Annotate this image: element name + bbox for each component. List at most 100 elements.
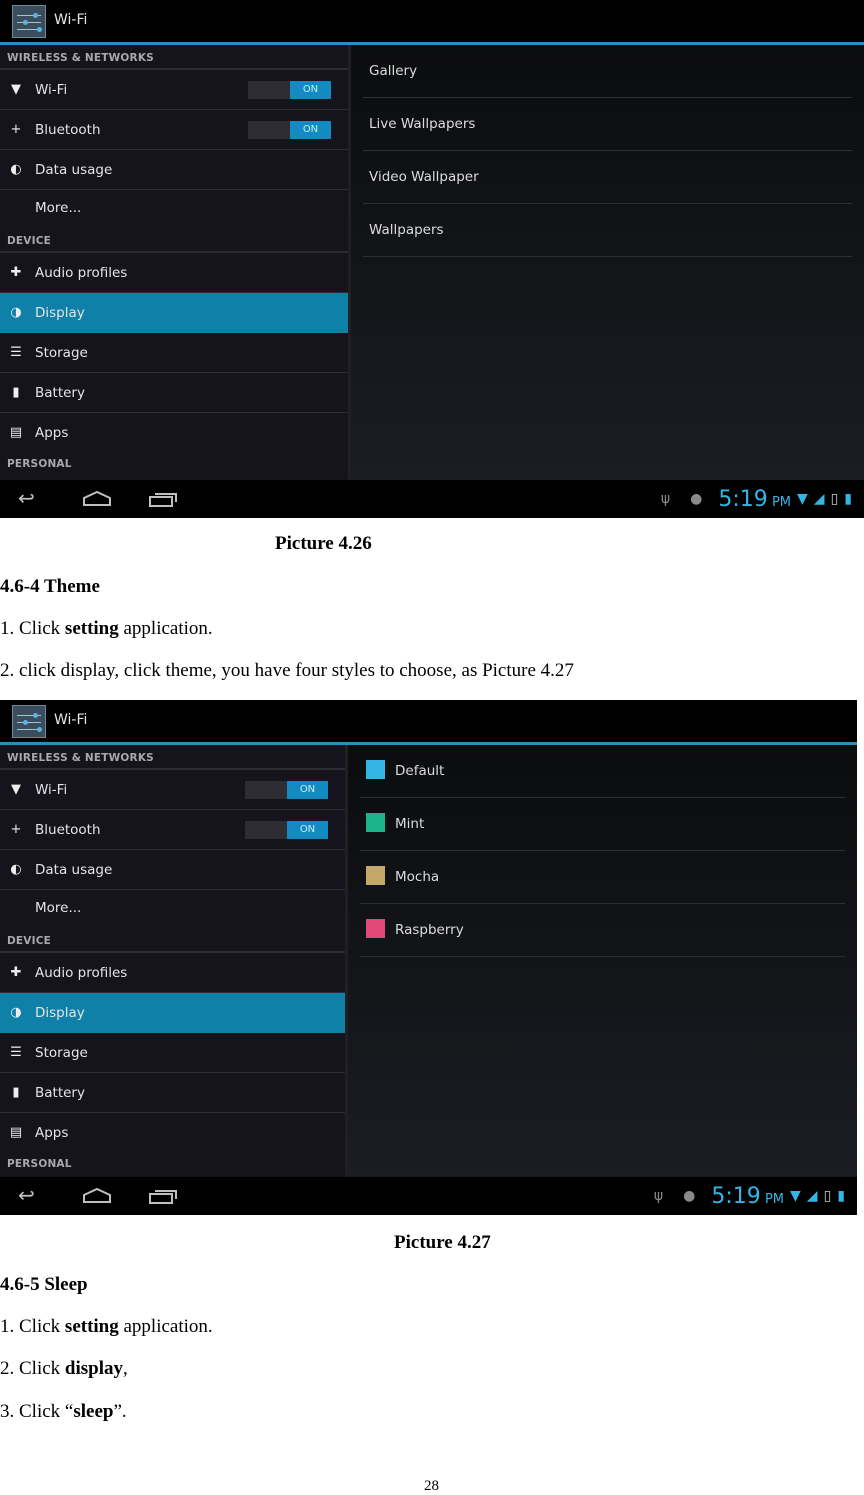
sidebar-item-apps[interactable]: ▤ Apps	[0, 413, 348, 453]
cell-signal-icon: ◢	[813, 491, 825, 507]
caption-picture-4-26: Picture 4.26	[275, 533, 372, 554]
action-bar: Wi-Fi	[0, 0, 864, 45]
sidebar-item-data-usage[interactable]: ◐ Data usage	[0, 850, 345, 890]
audio-profiles-icon: ✚	[10, 965, 22, 980]
wifi-toggle[interactable]: ON	[248, 81, 331, 99]
battery-icon: ▮	[12, 1085, 20, 1100]
sidebar-item-wifi[interactable]: ▼ Wi-Fi ON	[0, 770, 345, 810]
theme-option-mocha[interactable]: Mocha	[360, 851, 845, 904]
sidebar-item-storage[interactable]: ☰ Storage	[0, 1033, 345, 1073]
display-icon: ◑	[10, 1005, 22, 1020]
wifi-icon: ▼	[11, 782, 21, 797]
section-header-personal: PERSONAL	[7, 1158, 72, 1170]
color-swatch	[366, 760, 385, 779]
usb-icon: ψ	[660, 491, 671, 507]
sidebar-item-battery[interactable]: ▮ Battery	[0, 373, 348, 413]
bluetooth-status-icon: ▯	[823, 1188, 832, 1204]
action-bar-title: Wi-Fi	[54, 712, 88, 728]
action-bar: Wi-Fi	[0, 700, 857, 745]
sidebar-item-bluetooth[interactable]: + Bluetooth ON	[0, 810, 345, 850]
page-number: 28	[424, 1478, 439, 1494]
sidebar-item-display[interactable]: ◑ Display	[0, 993, 345, 1033]
sidebar-item-audio-profiles[interactable]: ✚ Audio profiles	[0, 953, 345, 993]
action-bar-title: Wi-Fi	[54, 12, 88, 28]
screenshot-picture-4-27: Wi-Fi WIRELESS & NETWORKS ▼ Wi-Fi ON + Blue…	[0, 700, 857, 1215]
clock: 5:19 PM	[711, 1183, 784, 1209]
heading-sleep: 4.6-5 Sleep	[0, 1274, 88, 1295]
wifi-toggle[interactable]: ON	[245, 781, 328, 799]
sidebar-item-more[interactable]: More...	[0, 890, 345, 928]
sleep-step-3: 3. Click “sleep”.	[0, 1401, 127, 1422]
sidebar-item-apps[interactable]: ▤ Apps	[0, 1113, 345, 1153]
apps-icon: ▤	[9, 1125, 23, 1140]
android-debug-icon: ●	[683, 1188, 696, 1204]
heading-theme: 4.6-4 Theme	[0, 576, 100, 597]
settings-app-icon[interactable]	[12, 705, 46, 738]
sidebar-item-more[interactable]: More...	[0, 190, 348, 228]
color-swatch	[366, 919, 385, 938]
usb-icon: ψ	[653, 1188, 664, 1204]
bluetooth-toggle[interactable]: ON	[248, 121, 331, 139]
status-area[interactable]: ψ ● 5:19 PM ▼ ◢ ▯ ▮	[661, 486, 852, 512]
theme-step-2: 2. click display, click theme, you have …	[0, 660, 574, 681]
wifi-signal-icon: ▼	[790, 1188, 801, 1204]
battery-icon: ▮	[12, 385, 20, 400]
list-item-live-wallpapers[interactable]: Live Wallpapers	[363, 98, 852, 151]
system-nav-bar: ↩ ψ ● 5:19 PM ▼ ◢ ▯ ▮	[0, 1177, 857, 1215]
back-icon[interactable]: ↩	[18, 1183, 35, 1207]
section-header-device: DEVICE	[0, 928, 345, 953]
wallpaper-source-list: Gallery Live Wallpapers Video Wallpaper …	[351, 45, 864, 480]
wifi-icon: ▼	[11, 82, 21, 97]
audio-profiles-icon: ✚	[10, 265, 22, 280]
recent-apps-icon[interactable]	[148, 1188, 178, 1208]
theme-list: Default Mint Mocha Raspberry	[348, 745, 857, 1177]
cell-signal-icon: ◢	[806, 1188, 818, 1204]
home-icon[interactable]	[82, 490, 112, 510]
battery-charging-icon: ▮	[837, 1188, 845, 1204]
list-item-video-wallpaper[interactable]: Video Wallpaper	[363, 151, 852, 204]
theme-option-raspberry[interactable]: Raspberry	[360, 904, 845, 957]
data-usage-icon: ◐	[10, 162, 22, 177]
caption-picture-4-27: Picture 4.27	[394, 1232, 491, 1253]
battery-charging-icon: ▮	[844, 491, 852, 507]
section-header-wireless: WIRELESS & NETWORKS	[0, 45, 348, 70]
section-header-personal: PERSONAL	[7, 458, 72, 470]
bluetooth-icon: +	[10, 122, 22, 137]
recent-apps-icon[interactable]	[148, 491, 178, 511]
sidebar-item-wifi[interactable]: ▼ Wi-Fi ON	[0, 70, 348, 110]
bluetooth-status-icon: ▯	[830, 491, 839, 507]
sidebar-item-bluetooth[interactable]: + Bluetooth ON	[0, 110, 348, 150]
settings-sidebar: WIRELESS & NETWORKS ▼ Wi-Fi ON + Bluetooth O…	[0, 45, 348, 480]
sidebar-item-data-usage[interactable]: ◐ Data usage	[0, 150, 348, 190]
sleep-step-2: 2. Click display,	[0, 1358, 128, 1379]
section-header-device: DEVICE	[0, 228, 348, 253]
system-nav-bar: ↩ ψ ● 5:19 PM ▼ ◢ ▯ ▮	[0, 480, 864, 518]
back-icon[interactable]: ↩	[18, 486, 35, 510]
settings-app-icon[interactable]	[12, 5, 46, 38]
android-debug-icon: ●	[690, 491, 703, 507]
settings-sidebar: WIRELESS & NETWORKS ▼ Wi-Fi ON + Bluetooth O…	[0, 745, 345, 1177]
status-area[interactable]: ψ ● 5:19 PM ▼ ◢ ▯ ▮	[654, 1183, 845, 1209]
sidebar-item-audio-profiles[interactable]: ✚ Audio profiles	[0, 253, 348, 293]
sidebar-item-battery[interactable]: ▮ Battery	[0, 1073, 345, 1113]
sidebar-item-storage[interactable]: ☰ Storage	[0, 333, 348, 373]
bluetooth-toggle[interactable]: ON	[245, 821, 328, 839]
display-icon: ◑	[10, 305, 22, 320]
theme-option-default[interactable]: Default	[360, 745, 845, 798]
storage-icon: ☰	[10, 1045, 22, 1060]
data-usage-icon: ◐	[10, 862, 22, 877]
sidebar-item-display[interactable]: ◑ Display	[0, 293, 348, 333]
sleep-step-1: 1. Click setting application.	[0, 1316, 213, 1337]
apps-icon: ▤	[9, 425, 23, 440]
home-icon[interactable]	[82, 1187, 112, 1207]
list-item-gallery[interactable]: Gallery	[363, 45, 852, 98]
color-swatch	[366, 813, 385, 832]
screenshot-picture-4-26: Wi-Fi WIRELESS & NETWORKS ▼ Wi-Fi ON + Blue…	[0, 0, 864, 518]
section-header-wireless: WIRELESS & NETWORKS	[0, 745, 345, 770]
color-swatch	[366, 866, 385, 885]
theme-option-mint[interactable]: Mint	[360, 798, 845, 851]
bluetooth-icon: +	[10, 822, 22, 837]
list-item-wallpapers[interactable]: Wallpapers	[363, 204, 852, 257]
theme-step-1: 1. Click setting application.	[0, 618, 213, 639]
clock: 5:19 PM	[718, 486, 791, 512]
